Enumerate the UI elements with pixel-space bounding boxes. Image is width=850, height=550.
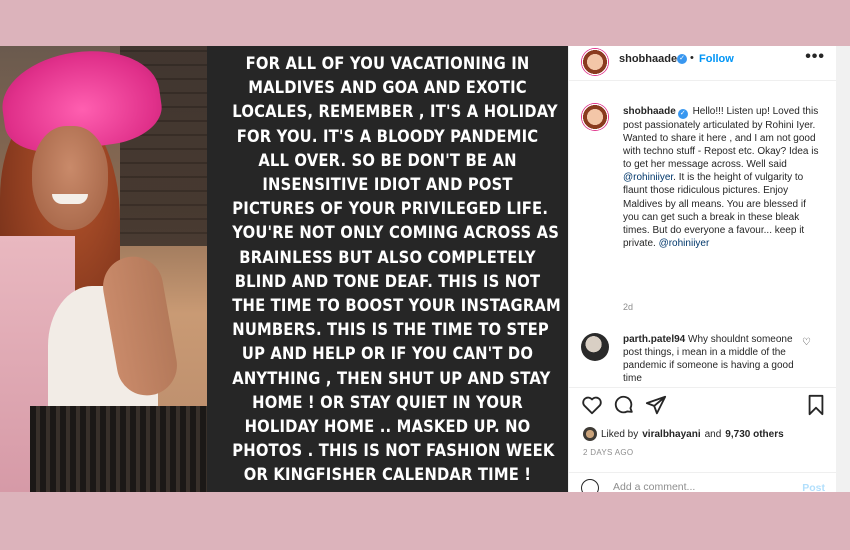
- smile: [52, 194, 88, 204]
- story-line: LOCALES, REMEMBER , IT'S A HOLIDAY: [232, 102, 558, 123]
- save-bookmark-icon[interactable]: [805, 394, 827, 416]
- post-photo[interactable]: [0, 46, 207, 492]
- more-options-icon[interactable]: •••: [805, 48, 825, 66]
- comment-like-icon[interactable]: ♡: [802, 337, 811, 348]
- scrollbar[interactable]: [836, 46, 850, 492]
- story-line: INSENSITIVE IDIOT AND POST: [262, 175, 513, 196]
- comments-section[interactable]: shobhaade ✓ Hello!!! Listen up! Loved thi…: [569, 81, 837, 388]
- caption-timestamp[interactable]: 2d: [623, 302, 633, 312]
- story-line: PICTURES OF YOUR PRIVILEGED LIFE.: [232, 199, 549, 220]
- liker-username[interactable]: viralbhayani: [642, 429, 700, 440]
- face: [32, 126, 108, 230]
- separator-dot: •: [690, 52, 694, 64]
- like-heart-icon[interactable]: [581, 394, 603, 416]
- caption-text: shobhaade ✓ Hello!!! Listen up! Loved thi…: [623, 105, 819, 250]
- story-line: ALL OVER. SO BE DON'T BE AN: [258, 150, 517, 171]
- caption-avatar[interactable]: [581, 103, 609, 131]
- mention-link[interactable]: @rohiniiyer: [659, 238, 710, 249]
- likes-summary: Liked by viralbhayani and 9,730 others: [583, 427, 784, 441]
- likes-prefix: Liked by: [601, 428, 639, 440]
- verified-badge-icon: ✓: [677, 54, 687, 64]
- action-bar: [569, 394, 837, 420]
- story-line: YOU'RE NOT ONLY COMING ACROSS AS: [232, 223, 560, 244]
- liker-avatar[interactable]: [583, 427, 597, 441]
- caption-body: . It is the height of vulgarity to flaun…: [623, 172, 806, 249]
- comment-icon[interactable]: [613, 394, 635, 416]
- post-date: 2 DAYS AGO: [583, 448, 634, 457]
- follow-button[interactable]: Follow: [699, 53, 734, 65]
- story-line: MALDIVES AND GOA AND EXOTIC: [248, 78, 527, 99]
- story-line: NUMBERS. THIS IS THE TIME TO STEP: [232, 320, 549, 341]
- post-comment-button[interactable]: Post: [802, 482, 825, 492]
- story-line: BLIND AND TONE DEAF. THIS IS NOT: [234, 271, 541, 292]
- emoji-icon[interactable]: [581, 479, 599, 492]
- comment-avatar[interactable]: [581, 333, 609, 361]
- story-text-panel: FOR ALL OF YOU VACATIONING IN MALDIVES A…: [207, 46, 568, 492]
- verified-badge-icon: ✓: [677, 109, 688, 119]
- add-comment-input[interactable]: [613, 481, 783, 492]
- story-line: HOLIDAY HOME .. MASKED UP. NO: [244, 417, 531, 438]
- story-line: ANYTHING , THEN SHUT UP AND STAY: [232, 368, 551, 389]
- add-comment-bar: Post: [569, 472, 837, 492]
- share-icon[interactable]: [645, 394, 667, 416]
- likes-joiner: and: [704, 428, 722, 440]
- post-sidebar: shobhaade ✓ • Follow ••• shobhaade ✓ Hell…: [568, 46, 837, 492]
- mention-link[interactable]: @rohiniiyer: [623, 172, 673, 183]
- post-header: shobhaade ✓ • Follow •••: [569, 46, 837, 81]
- story-line: UP AND HELP OR IF YOU CAN'T DO: [241, 344, 534, 365]
- story-line: THE TIME TO BOOST YOUR INSTAGRAM: [232, 296, 561, 317]
- comment-username[interactable]: parth.patel94: [623, 334, 685, 345]
- story-line: OR KINGFISHER CALENDAR TIME !: [243, 465, 532, 486]
- header-username[interactable]: shobhaade: [619, 53, 677, 65]
- caption-username[interactable]: shobhaade: [623, 106, 676, 117]
- story-line: BRAINLESS BUT ALSO COMPLETELY: [239, 247, 536, 268]
- story-line: HOME ! OR STAY QUIET IN YOUR: [252, 392, 523, 413]
- story-line: FOR ALL OF YOU VACATIONING IN: [245, 54, 530, 74]
- wicker-chair: [30, 406, 207, 492]
- story-line: FOR YOU. IT'S A BLOODY PANDEMIC: [236, 126, 539, 147]
- avatar[interactable]: [581, 48, 609, 76]
- instagram-post-frame: FOR ALL OF YOU VACATIONING IN MALDIVES A…: [0, 46, 850, 492]
- story-line: PHOTOS . THIS IS NOT FASHION WEEK: [232, 441, 555, 462]
- likes-count[interactable]: 9,730 others: [725, 429, 783, 440]
- comment: parth.patel94 Why shouldnt someone post …: [623, 333, 803, 385]
